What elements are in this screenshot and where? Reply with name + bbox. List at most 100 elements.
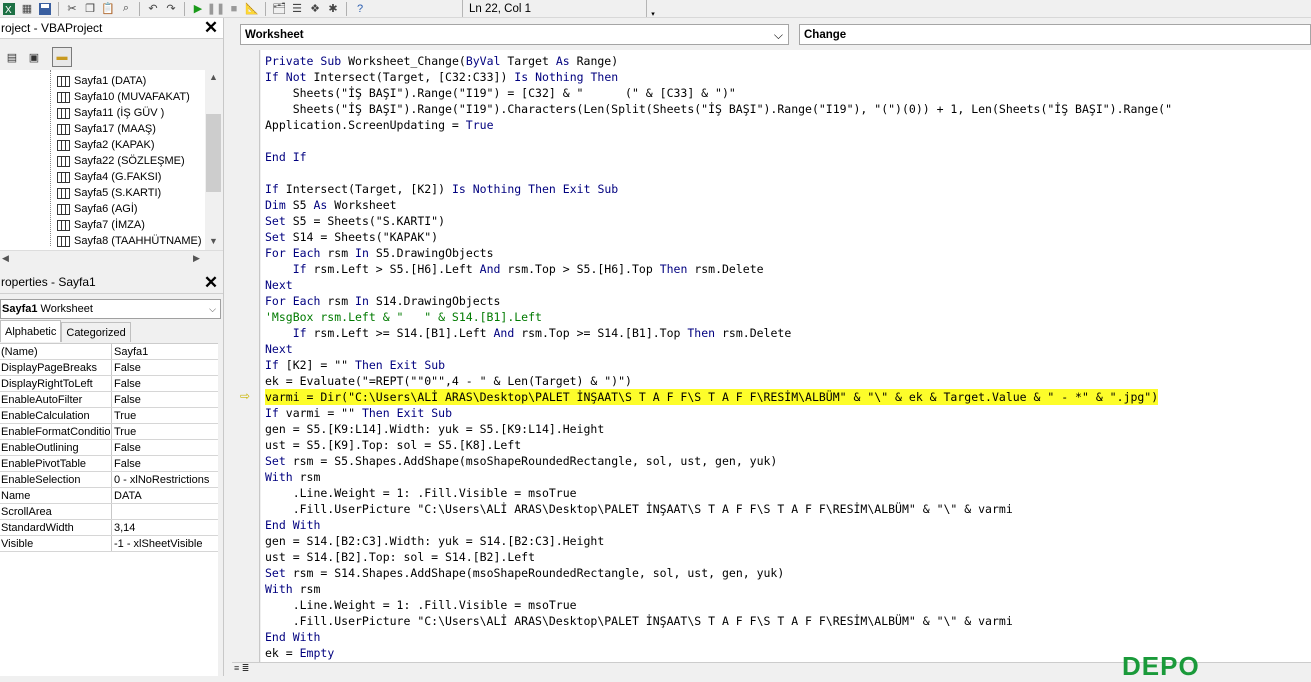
property-row[interactable]: EnableCalculation True [0,408,218,424]
code-editor[interactable]: Private Sub Worksheet_Change(ByVal Targe… [261,50,1311,662]
tree-item[interactable]: Sayfa17 (MAAŞ) [57,121,156,137]
cut-icon[interactable]: ✂ [63,1,81,17]
code-line[interactable]: End If [265,149,307,165]
code-line[interactable]: ust = S5.[K9].Top: sol = S5.[K8].Left [265,437,521,453]
code-line[interactable]: Sheets("İŞ BAŞI").Range("I19") = [C32] &… [265,85,736,101]
code-line[interactable]: If Intersect(Target, [K2]) Is Nothing Th… [265,181,618,197]
property-value[interactable]: True [112,424,218,439]
tab-alphabetic[interactable]: Alphabetic [0,320,62,342]
close-icon[interactable]: ✕ [202,18,220,37]
code-line[interactable]: If rsm.Left > S5.[H6].Left And rsm.Top >… [265,261,764,277]
tree-item[interactable]: Sayfa8 (TAAHHÜTNAME) [57,233,202,249]
property-value[interactable] [112,504,218,519]
property-value[interactable]: False [112,440,218,455]
property-value[interactable]: 0 - xlNoRestrictions [112,472,218,487]
tree-item[interactable]: Sayfa2 (KAPAK) [57,137,155,153]
view-toggle-icons[interactable]: ≡ ≣ [234,663,249,674]
tree-item[interactable]: Sayfa4 (G.FAKSI) [57,169,161,185]
toggle-folders-icon[interactable]: ▬ [52,47,72,67]
code-line[interactable]: Set rsm = S5.Shapes.AddShape(msoShapeRou… [265,453,777,469]
reset-icon[interactable]: ■ [225,1,243,17]
property-row[interactable]: ScrollArea [0,504,218,520]
property-row[interactable]: Name DATA [0,488,218,504]
chevron-down-icon[interactable]: ⌵ [209,304,216,315]
property-row[interactable]: EnableFormatConditionsCalculationTrue [0,424,218,440]
property-row[interactable]: Visible -1 - xlSheetVisible [0,536,218,552]
find-icon[interactable]: ⌕ [117,1,135,17]
code-line[interactable]: ek = Evaluate("=REPT(""0"",4 - " & Len(T… [265,373,632,389]
code-line[interactable]: If rsm.Left >= S14.[B1].Left And rsm.Top… [265,325,792,341]
code-line[interactable]: Private Sub Worksheet_Change(ByVal Targe… [265,53,618,69]
code-line[interactable]: 'MsgBox rsm.Left & " " & S14.[B1].Left [265,309,542,325]
code-line[interactable]: ust = S14.[B2].Top: sol = S14.[B2].Left [265,549,535,565]
scroll-down-icon[interactable]: ▼ [209,236,218,246]
scroll-up-icon[interactable]: ▲ [209,72,218,82]
project-explorer-icon[interactable]: 🗂 [270,1,288,17]
property-value[interactable]: False [112,360,218,375]
code-margin[interactable]: ⇨ [232,50,260,662]
property-value[interactable]: False [112,376,218,391]
code-line[interactable]: Next [265,277,293,293]
code-line[interactable]: If Not Intersect(Target, [C32:C33]) Is N… [265,69,618,85]
help-icon[interactable]: ? [351,1,369,17]
code-line[interactable]: Sheets("İŞ BAŞI").Range("I19").Character… [265,101,1172,117]
tree-item[interactable]: Sayfa5 (S.KARTI) [57,185,161,201]
scroll-thumb[interactable] [206,114,221,192]
code-line[interactable]: Set S14 = Sheets("KAPAK") [265,229,438,245]
code-line[interactable]: Dim S5 As Worksheet [265,197,397,213]
property-row[interactable]: (Name) Sayfa1 [0,344,218,360]
code-line[interactable]: Application.ScreenUpdating = True [265,117,494,133]
code-line[interactable]: For Each rsm In S14.DrawingObjects [265,293,500,309]
code-line[interactable]: ek = Empty [265,645,334,661]
property-row[interactable]: EnableAutoFilter False [0,392,218,408]
tab-categorized[interactable]: Categorized [61,322,131,342]
code-line[interactable]: Set rsm = S14.Shapes.AddShape(msoShapeRo… [265,565,784,581]
save-icon[interactable] [36,1,54,17]
property-row[interactable]: EnablePivotTable False [0,456,218,472]
object-combo[interactable]: Worksheet ⌵ [240,24,789,45]
run-icon[interactable]: ▶ [189,1,207,17]
code-line[interactable]: Set S5 = Sheets("S.KARTI") [265,213,445,229]
property-row[interactable]: EnableSelection 0 - xlNoRestrictions [0,472,218,488]
tree-item[interactable]: Sayfa1 (DATA) [57,73,146,89]
redo-icon[interactable]: ↷ [162,1,180,17]
tree-item[interactable]: Sayfa7 (İMZA) [57,217,145,233]
tree-item[interactable]: Sayfa22 (SÖZLEŞME) [57,153,185,169]
tree-vertical-scrollbar[interactable]: ▲ ▼ [205,70,222,250]
tree-horizontal-scrollbar[interactable]: ◀ ▶ [0,250,223,266]
code-line[interactable]: If [K2] = "" Then Exit Sub [265,357,445,373]
property-value[interactable]: False [112,392,218,407]
properties-icon[interactable]: ☰ [288,1,306,17]
tree-item[interactable]: Sayfa11 (İŞ GÜV ) [57,105,164,121]
pane-splitter[interactable] [223,18,232,676]
procedure-combo[interactable]: Change [799,24,1311,45]
property-value[interactable]: -1 - xlSheetVisible [112,536,218,551]
chevron-down-icon[interactable]: ⌵ [774,28,783,43]
property-value[interactable]: False [112,456,218,471]
property-value[interactable]: Sayfa1 [112,344,218,359]
property-row[interactable]: StandardWidth 3,14 [0,520,218,536]
view-code-icon[interactable]: ▤ [2,47,22,67]
code-line[interactable]: With rsm [265,469,320,485]
property-value[interactable]: True [112,408,218,423]
break-icon[interactable]: ❚❚ [207,1,225,17]
object-selector[interactable]: Sayfa1 Worksheet ⌵ [0,299,221,319]
toolbar-options-icon[interactable]: ▾ [648,0,658,18]
paste-icon[interactable]: 📋 [99,1,117,17]
close-icon[interactable]: ✕ [202,273,220,292]
view-object-icon[interactable]: ▣ [24,47,44,67]
code-line[interactable]: .Line.Weight = 1: .Fill.Visible = msoTru… [265,485,577,501]
code-line[interactable]: For Each rsm In S5.DrawingObjects [265,245,494,261]
code-line[interactable]: If varmi = "" Then Exit Sub [265,405,452,421]
copy-icon[interactable]: ❐ [81,1,99,17]
scroll-left-icon[interactable]: ◀ [2,253,9,264]
property-row[interactable]: EnableOutlining False [0,440,218,456]
code-line[interactable]: varmi = Dir("C:\Users\ALİ ARAS\Desktop\P… [265,389,1159,405]
code-line[interactable]: End With [265,629,320,645]
undo-icon[interactable]: ↶ [144,1,162,17]
scroll-right-icon[interactable]: ▶ [193,253,200,264]
insert-module-icon[interactable]: ▦ [18,1,36,17]
code-line[interactable]: .Fill.UserPicture "C:\Users\ALİ ARAS\Des… [265,613,1013,629]
excel-icon[interactable]: X [0,1,18,17]
design-mode-icon[interactable]: 📐 [243,1,261,17]
